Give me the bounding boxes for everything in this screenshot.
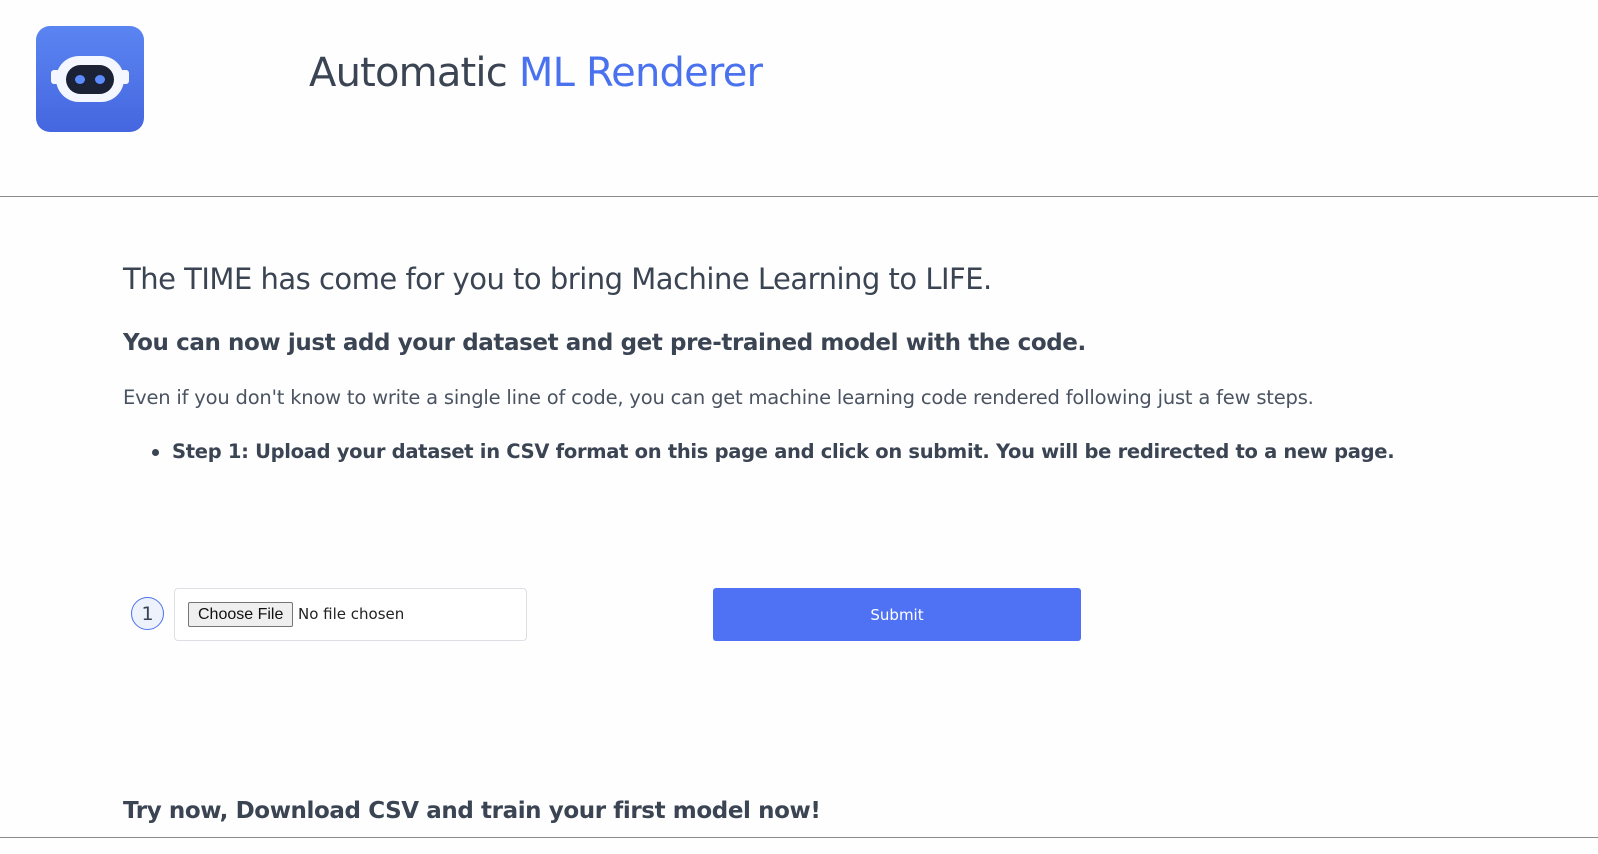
main-heading: The TIME has come for you to bring Machi… xyxy=(123,262,992,296)
app-title-plain: Automatic xyxy=(309,50,508,96)
file-status-text: No file chosen xyxy=(298,605,405,623)
site-header: Automatic ML Renderer xyxy=(0,0,1598,197)
divider xyxy=(0,837,1598,838)
bullet-icon xyxy=(152,449,159,456)
step-label: Step 1: Upload your dataset in CSV forma… xyxy=(172,440,1395,463)
sub-heading: You can now just add your dataset and ge… xyxy=(123,330,1086,356)
intro-text: Even if you don't know to write a single… xyxy=(123,386,1314,409)
steps-list: Step 1: Upload your dataset in CSV forma… xyxy=(150,440,1395,463)
robot-logo-graphic xyxy=(51,56,129,102)
app-title-accent: ML Renderer xyxy=(518,50,763,96)
try-now-heading: Try now, Download CSV and train your fir… xyxy=(123,798,821,824)
submit-button[interactable]: Submit xyxy=(713,588,1081,641)
app-title: Automatic ML Renderer xyxy=(309,50,763,96)
choose-file-button[interactable]: Choose File xyxy=(188,602,294,627)
robot-face-icon[interactable] xyxy=(36,26,144,132)
list-item-step-1: Step 1: Upload your dataset in CSV forma… xyxy=(150,440,1395,463)
step-number-badge: 1 xyxy=(131,597,164,630)
file-upload-field[interactable]: Choose File No file chosen xyxy=(174,588,527,641)
